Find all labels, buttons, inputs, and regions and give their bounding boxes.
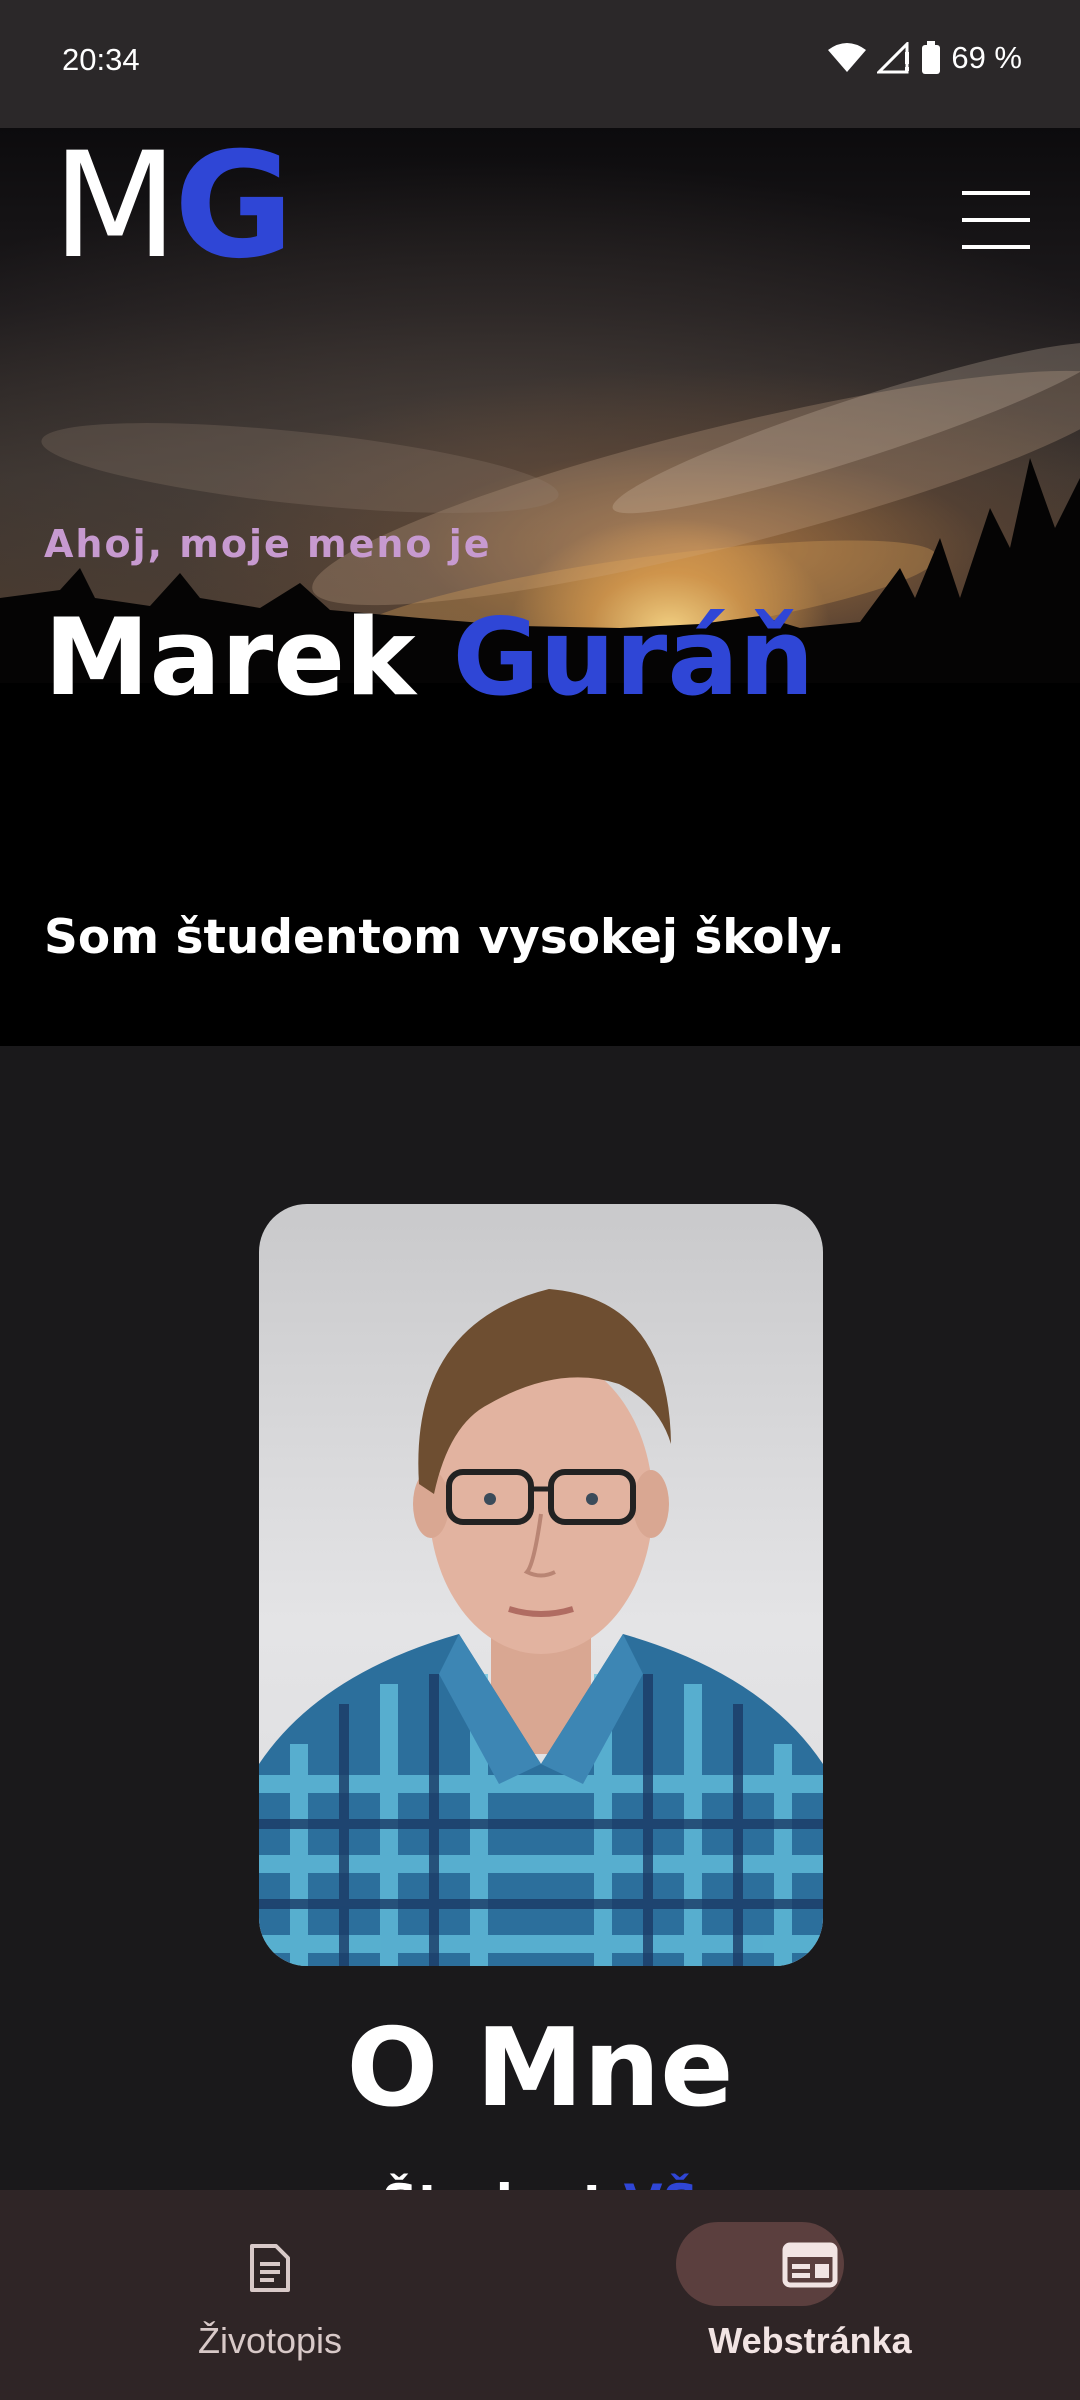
web-page-icon (782, 2242, 838, 2292)
about-title: O Mne (346, 2006, 734, 2131)
battery-icon (921, 41, 941, 75)
about-section: O Mne Študent VŠ (0, 1046, 1080, 2232)
signal-icon (877, 42, 911, 74)
document-icon (244, 2242, 296, 2298)
hero-greeting: Ahoj, moje meno je (44, 522, 492, 566)
hamburger-menu-icon[interactable] (962, 191, 1030, 249)
nav-item-webstranka[interactable]: Webstránka (540, 2190, 1080, 2400)
status-icons: 69 % (827, 40, 1022, 76)
hero-name: Marek Guráň (44, 599, 814, 717)
status-bar: 20:34 69 % (0, 0, 1080, 128)
battery-percentage: 69 % (951, 40, 1022, 75)
status-time: 20:34 (62, 42, 140, 77)
last-name: Guráň (452, 596, 815, 719)
logo[interactable]: MG (52, 133, 294, 279)
profile-photo (259, 1204, 823, 1966)
nav-item-zivotopis[interactable]: Životopis (0, 2190, 540, 2400)
hero-section: MG Ahoj, moje meno je Marek Guráň Som št… (0, 128, 1080, 1046)
wifi-icon (827, 42, 867, 74)
logo-letter-g: G (173, 128, 294, 291)
logo-letter-m: M (52, 128, 178, 291)
nav-label-webstranka: Webstránka (708, 2320, 912, 2361)
nav-label-zivotopis: Životopis (197, 2320, 343, 2361)
first-name: Marek (44, 596, 416, 719)
bottom-navigation: Životopis Webstránka (0, 2190, 1080, 2400)
hero-tagline: Som študentom vysokej školy. (44, 910, 845, 965)
